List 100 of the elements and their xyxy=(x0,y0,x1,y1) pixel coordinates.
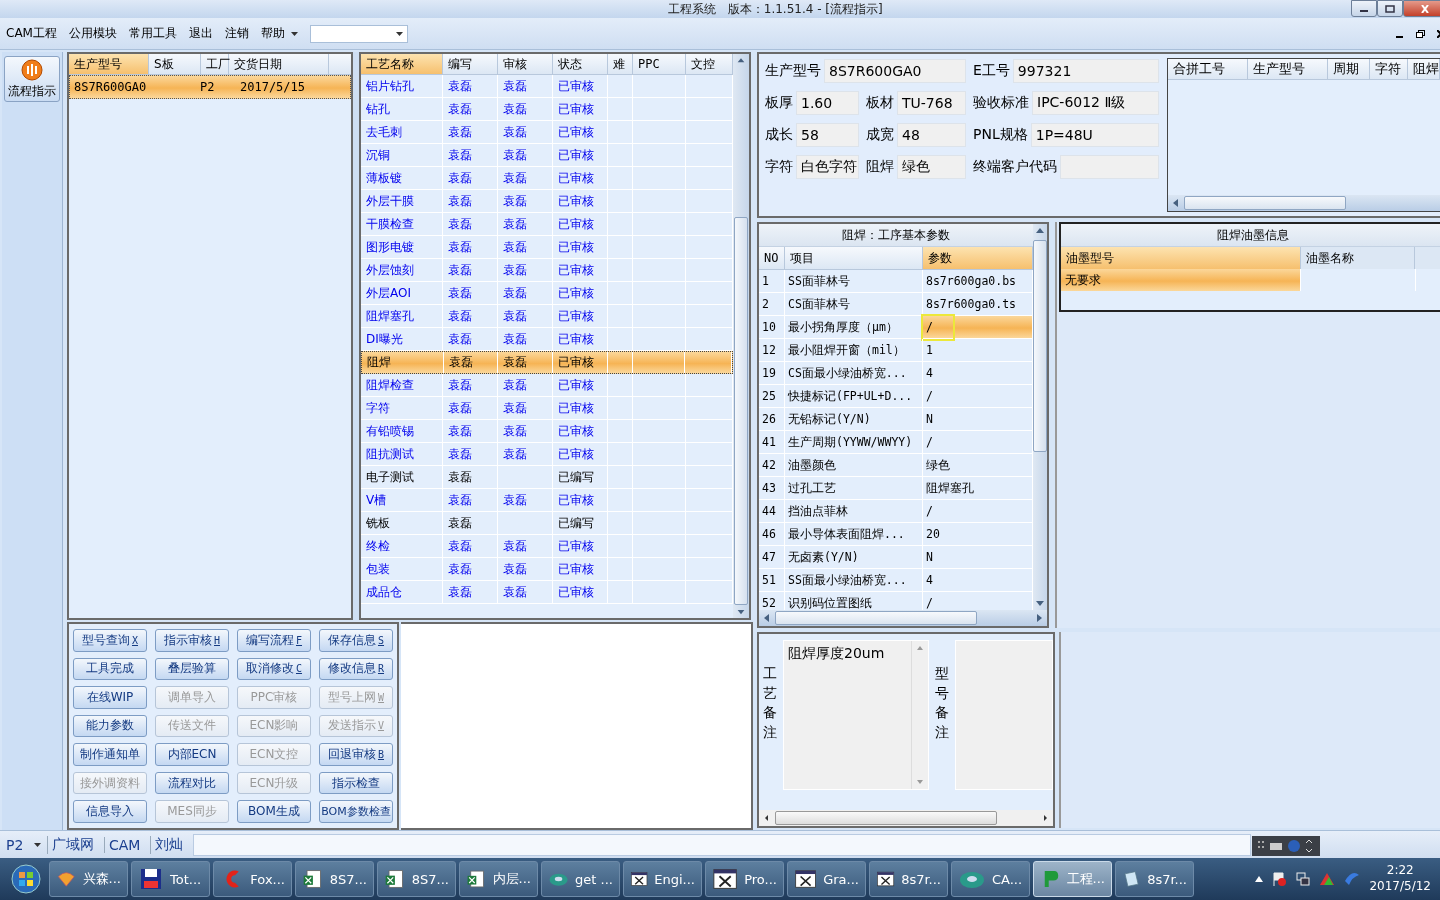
language-bar[interactable] xyxy=(1252,836,1320,856)
menu-item[interactable]: 帮助 xyxy=(260,25,285,42)
process-row[interactable]: 阻焊检查 袁磊 袁磊 已审核 xyxy=(361,374,733,397)
taskbar-button[interactable]: 8S7... xyxy=(295,861,374,897)
caret-icon[interactable] xyxy=(290,31,298,36)
parameter-row[interactable]: 19 CS面最小绿油桥宽... 4 xyxy=(759,362,1033,385)
taskbar-button[interactable]: 8s7r... xyxy=(1115,861,1194,897)
scrollbar[interactable] xyxy=(733,54,749,618)
command-button[interactable]: 指示审核 H xyxy=(155,629,229,652)
parameter-row[interactable]: 10 最小拐角厚度（μm） / xyxy=(759,316,1033,339)
text-field[interactable]: TU-768 xyxy=(897,91,966,115)
taskbar-button[interactable]: Pro... xyxy=(705,861,784,897)
column-header[interactable]: 工厂 xyxy=(201,54,229,74)
parameter-row[interactable]: 12 最小阻焊开窗（mil） 1 xyxy=(759,339,1033,362)
scrollbar[interactable] xyxy=(1168,195,1440,211)
column-header[interactable]: 难 xyxy=(608,54,633,74)
clock[interactable]: 2:22 2017/5/12 xyxy=(1369,863,1431,895)
command-button[interactable]: 回退审核 B xyxy=(319,743,393,766)
command-button[interactable]: 保存信息 S xyxy=(319,629,393,652)
text-field[interactable]: 997321 xyxy=(1012,59,1159,83)
process-row[interactable]: 沉铜 袁磊 袁磊 已审核 xyxy=(361,144,733,167)
network-icon[interactable] xyxy=(1295,871,1312,887)
process-row[interactable]: 终检 袁磊 袁磊 已审核 xyxy=(361,535,733,558)
taskbar-button[interactable]: Engi... xyxy=(623,861,702,897)
process-row[interactable]: 外层AOI 袁磊 袁磊 已审核 xyxy=(361,282,733,305)
process-row[interactable]: 外层蚀刻 袁磊 袁磊 已审核 xyxy=(361,259,733,282)
column-header[interactable]: 周期 xyxy=(1328,59,1370,79)
flag-icon[interactable] xyxy=(1271,871,1288,887)
maximize-button[interactable] xyxy=(1377,0,1403,17)
column-header[interactable]: 审核 xyxy=(498,54,553,74)
column-header[interactable]: 生产型号 xyxy=(69,54,149,74)
process-row[interactable]: 有铅喷锡 袁磊 袁磊 已审核 xyxy=(361,420,733,443)
process-row[interactable]: 铝片钻孔 袁磊 袁磊 已审核 xyxy=(361,75,733,98)
process-row[interactable]: 铣板 袁磊 已编写 xyxy=(361,512,733,535)
column-header[interactable]: 工艺名称 xyxy=(361,54,443,74)
command-button[interactable]: 制作通知单 xyxy=(73,743,147,766)
ink-row[interactable]: 无要求 xyxy=(1061,269,1440,291)
command-button[interactable]: 修改信息 R xyxy=(319,657,393,681)
command-button[interactable]: 取消修改 C xyxy=(237,657,311,681)
text-field[interactable]: 48 xyxy=(897,123,966,147)
taskbar-button[interactable]: 8S7... xyxy=(377,861,456,897)
command-button[interactable]: 工具完成 xyxy=(73,657,147,681)
text-field[interactable]: 1P=48U xyxy=(1030,123,1159,147)
column-header[interactable]: 状态 xyxy=(553,54,608,74)
column-header[interactable]: NO xyxy=(759,247,785,269)
order-row[interactable]: 8S7R600GA0 P2 2017/5/15 xyxy=(69,75,351,99)
column-header[interactable]: 油墨型号 xyxy=(1061,247,1301,269)
text-field[interactable]: 8S7R600GA0 xyxy=(824,59,966,83)
text-field[interactable]: 绿色 xyxy=(897,155,966,179)
parameter-row[interactable]: 42 油墨颜色 绿色 xyxy=(759,454,1033,477)
app-tray-icon[interactable] xyxy=(1319,871,1336,887)
taskbar-button[interactable]: Tot... xyxy=(131,861,210,897)
process-row[interactable]: V槽 袁磊 袁磊 已审核 xyxy=(361,489,733,512)
caret-icon[interactable] xyxy=(34,842,41,847)
factory-selector[interactable]: P2 xyxy=(6,836,28,853)
menu-item[interactable]: 常用工具 xyxy=(128,25,177,42)
command-button[interactable]: 信息导入 xyxy=(73,800,147,823)
text-field[interactable]: IPC-6012 Ⅱ级 xyxy=(1032,91,1159,115)
column-header[interactable]: 参数 xyxy=(923,247,1033,269)
minimize-button[interactable] xyxy=(1351,0,1377,17)
taskbar-button[interactable]: 8s7r... xyxy=(869,861,948,897)
command-button[interactable]: 内部ECN xyxy=(155,743,229,766)
parameter-row[interactable]: 2 CS面菲林号 8s7r600ga0.ts xyxy=(759,293,1033,316)
restore-icon[interactable] xyxy=(1416,29,1425,38)
taskbar-button[interactable]: CA... xyxy=(951,861,1030,897)
command-button[interactable]: 编写流程 F xyxy=(237,629,311,652)
taskbar-button[interactable]: Gra... xyxy=(787,861,866,897)
column-header[interactable]: 交货日期 xyxy=(229,54,329,74)
remark-field[interactable] xyxy=(955,640,1053,790)
process-row[interactable]: 去毛刺 袁磊 袁磊 已审核 xyxy=(361,121,733,144)
process-row[interactable]: 钻孔 袁磊 袁磊 已审核 xyxy=(361,98,733,121)
column-header[interactable]: 生产型号 xyxy=(1248,59,1328,79)
menu-item[interactable]: CAM工程 xyxy=(6,25,57,42)
command-button[interactable]: 能力参数 xyxy=(73,714,147,738)
parameter-row[interactable]: 1 SS面菲林号 8s7r600ga0.bs xyxy=(759,270,1033,293)
process-row[interactable]: 电子测试 袁磊 已编写 xyxy=(361,466,733,489)
scrollbar[interactable] xyxy=(1033,224,1047,610)
process-row[interactable]: 成品仓 袁磊 袁磊 已审核 xyxy=(361,581,733,604)
column-header[interactable]: 油墨名称 xyxy=(1301,247,1415,269)
parameter-row[interactable]: 44 挡油点菲林 / xyxy=(759,500,1033,523)
command-button[interactable]: 型号查询 X xyxy=(73,629,147,652)
taskbar-button[interactable]: Fox... xyxy=(213,861,292,897)
command-button[interactable]: 流程对比 xyxy=(155,771,229,795)
column-header[interactable]: 编写 xyxy=(443,54,498,74)
parameter-row[interactable]: 52 识别码位置图纸 / xyxy=(759,592,1033,610)
dropdown-field[interactable] xyxy=(309,24,408,43)
parameter-row[interactable]: 26 无铅标记(Y/N) N xyxy=(759,408,1033,431)
parameter-row[interactable]: 25 快捷标记(FP+UL+D... / xyxy=(759,385,1033,408)
process-row[interactable]: 薄板镀 袁磊 袁磊 已审核 xyxy=(361,167,733,190)
command-button[interactable]: 在线WIP xyxy=(73,686,147,709)
text-field[interactable]: 1.60 xyxy=(796,91,859,115)
parameter-row[interactable]: 41 生产周期(YYWW/WWYY) / xyxy=(759,431,1033,454)
menu-item[interactable]: 公用模块 xyxy=(68,25,117,42)
parameter-row[interactable]: 47 无卤素(Y/N) N xyxy=(759,546,1033,569)
flow-button[interactable]: 流程指示 xyxy=(4,56,60,102)
command-button[interactable]: BOM参数检查 xyxy=(319,800,393,823)
menu-item[interactable]: 注销 xyxy=(224,25,249,42)
process-row[interactable]: 阻焊塞孔 袁磊 袁磊 已审核 xyxy=(361,305,733,328)
process-row[interactable]: 阻抗测试 袁磊 袁磊 已审核 xyxy=(361,443,733,466)
parameter-row[interactable]: 43 过孔工艺 阻焊塞孔 xyxy=(759,477,1033,500)
